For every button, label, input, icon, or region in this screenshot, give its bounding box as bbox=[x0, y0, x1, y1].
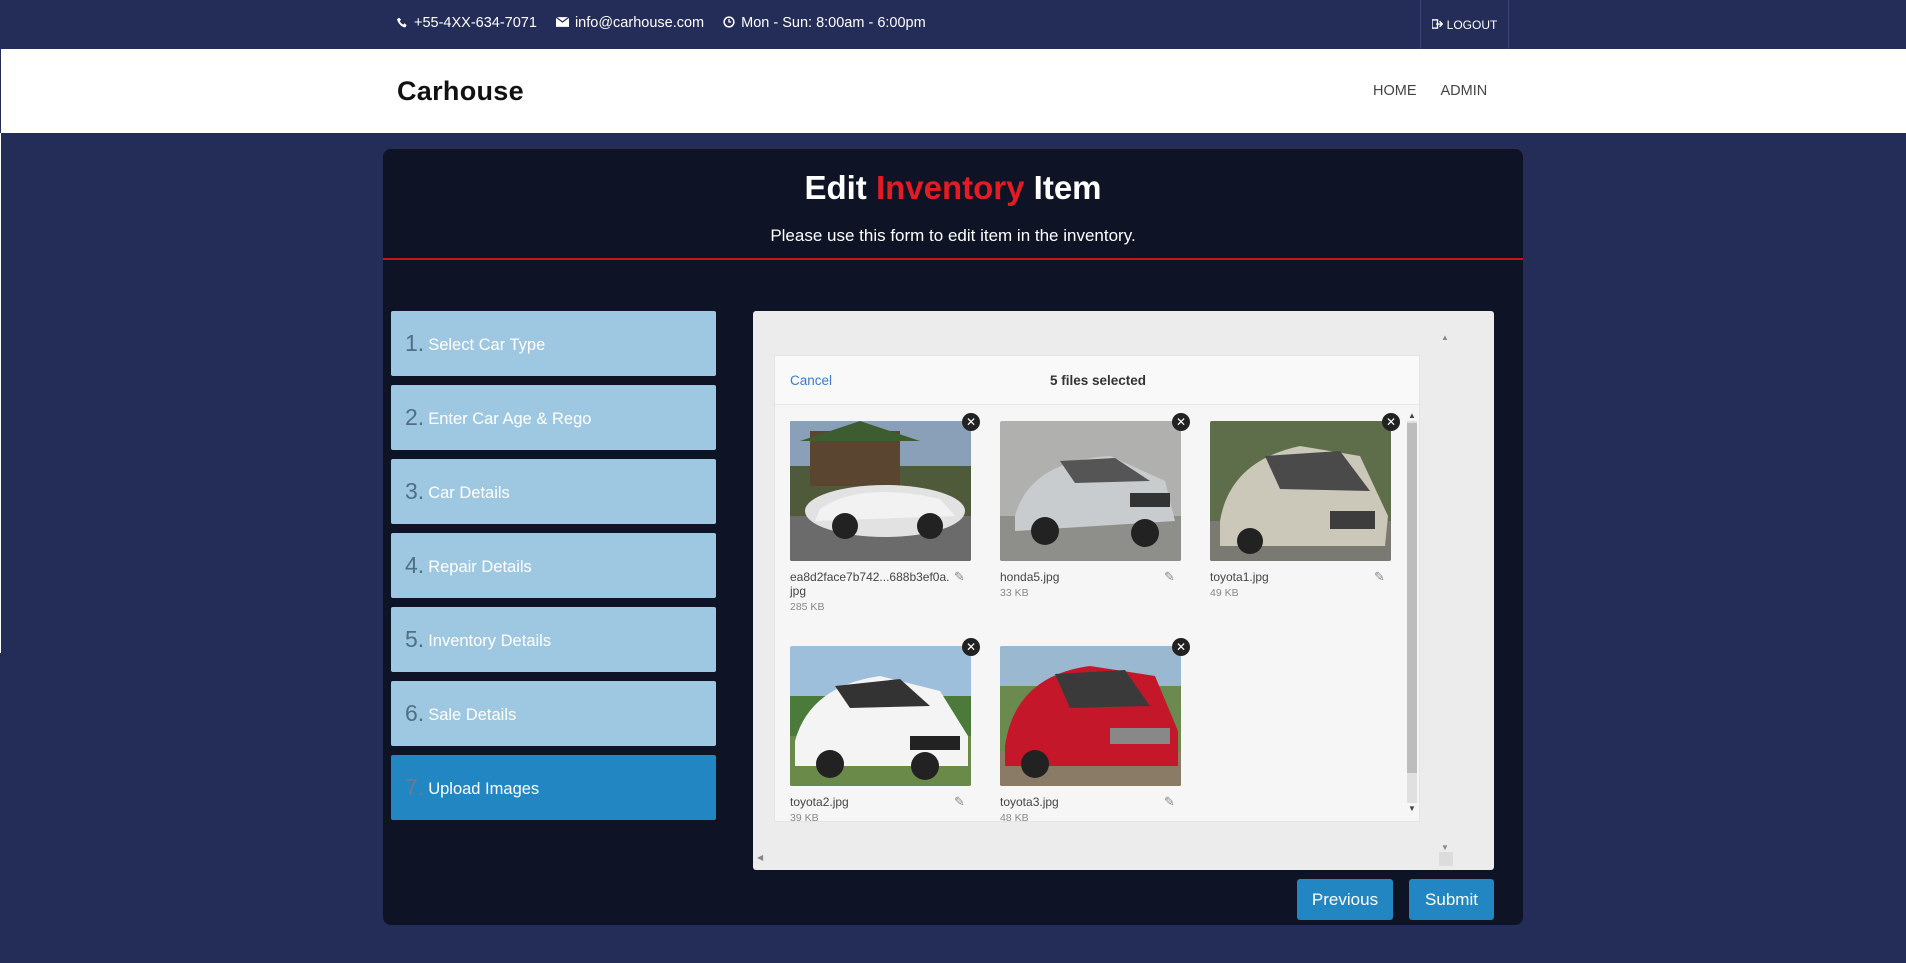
phone-icon bbox=[397, 17, 408, 30]
remove-file-button[interactable]: ✕ bbox=[1172, 413, 1190, 431]
step-repair-details[interactable]: 4. Repair Details bbox=[391, 533, 716, 598]
file-name: ea8d2face7b742...688b3ef0a.jpg bbox=[790, 570, 950, 598]
step-number: 2. bbox=[405, 404, 425, 430]
step-number: 3. bbox=[405, 478, 425, 504]
file-item: ✕ ea8d2face7b742...688b3ef0a.jpg 285 KB … bbox=[790, 413, 980, 613]
panel-vertical-scrollbar[interactable]: ▲ ▼ bbox=[1439, 333, 1451, 853]
step-label: Select Car Type bbox=[428, 336, 546, 354]
step-label: Car Details bbox=[428, 484, 510, 502]
logout-button[interactable]: LOGOUT bbox=[1420, 0, 1509, 49]
edit-inventory-card: Edit Inventory Item Please use this form… bbox=[383, 149, 1523, 925]
step-number: 1. bbox=[405, 330, 425, 356]
step-sale-details[interactable]: 6. Sale Details bbox=[391, 681, 716, 746]
file-item: ✕ toyota1.jpg 49 KB ✎ bbox=[1210, 413, 1400, 599]
main-navbar: Carhouse HOME ADMIN bbox=[1, 49, 1905, 133]
title-part-inventory: Inventory bbox=[875, 169, 1025, 206]
pencil-icon[interactable]: ✎ bbox=[1374, 569, 1385, 585]
pencil-icon[interactable]: ✎ bbox=[954, 569, 965, 585]
file-upload-dialog: 5 files selected Cancel ✕ ea8d2face7b742… bbox=[774, 355, 1420, 824]
step-label: Sale Details bbox=[428, 706, 517, 724]
file-name: toyota1.jpg bbox=[1210, 570, 1269, 584]
file-thumbnail[interactable] bbox=[790, 421, 971, 561]
file-size: 33 KB bbox=[1000, 587, 1029, 599]
step-number: 7. bbox=[405, 774, 425, 800]
scroll-down-arrow-icon[interactable]: ▼ bbox=[1441, 843, 1449, 852]
scroll-thumb[interactable] bbox=[1407, 423, 1417, 773]
step-number: 6. bbox=[405, 700, 425, 726]
logout-label: LOGOUT bbox=[1446, 17, 1498, 32]
left-edge-strip bbox=[0, 133, 1, 653]
page-subtitle: Please use this form to edit item in the… bbox=[770, 226, 1136, 245]
step-label: Upload Images bbox=[428, 780, 540, 798]
remove-file-button[interactable]: ✕ bbox=[1382, 413, 1400, 431]
title-divider bbox=[383, 258, 1523, 260]
email-contact: info@carhouse.com bbox=[555, 15, 705, 31]
step-car-details[interactable]: 3. Car Details bbox=[391, 459, 716, 524]
step-label: Enter Car Age & Rego bbox=[428, 410, 592, 428]
contact-info: +55-4XX-634-7071 info@carhouse.com Mon -… bbox=[397, 15, 926, 31]
files-selected-count: 5 files selected bbox=[1049, 373, 1147, 388]
scroll-down-arrow-icon[interactable]: ▼ bbox=[1408, 804, 1416, 813]
phone-text: +55-4XX-634-7071 bbox=[414, 15, 537, 31]
file-name: toyota2.jpg bbox=[790, 795, 849, 809]
nav-home-link[interactable]: HOME bbox=[1373, 83, 1417, 99]
scroll-up-arrow-icon[interactable]: ▲ bbox=[1441, 333, 1449, 342]
step-select-car-type[interactable]: 1. Select Car Type bbox=[391, 311, 716, 376]
file-size: 48 KB bbox=[1000, 812, 1029, 824]
remove-file-button[interactable]: ✕ bbox=[1172, 638, 1190, 656]
page-title: Edit Inventory Item bbox=[383, 169, 1523, 207]
scroll-left-arrow-icon[interactable]: ◀ bbox=[757, 853, 763, 862]
cancel-upload-link[interactable]: Cancel bbox=[790, 373, 832, 388]
email-text: info@carhouse.com bbox=[574, 15, 705, 31]
brand-logo[interactable]: Carhouse bbox=[397, 76, 524, 107]
step-label: Repair Details bbox=[428, 558, 532, 576]
pencil-icon[interactable]: ✎ bbox=[1164, 794, 1175, 810]
nav-links: HOME ADMIN bbox=[1373, 83, 1487, 99]
pencil-icon[interactable]: ✎ bbox=[954, 794, 965, 810]
title-part-item: Item bbox=[1033, 169, 1102, 206]
file-list-scrollbar[interactable]: ▲ ▼ bbox=[1406, 411, 1418, 814]
file-item: ✕ toyota2.jpg 39 KB ✎ bbox=[790, 638, 980, 824]
step-car-age-rego[interactable]: 2. Enter Car Age & Rego bbox=[391, 385, 716, 450]
clock-icon bbox=[723, 16, 735, 30]
file-name: toyota3.jpg bbox=[1000, 795, 1059, 809]
step-number: 5. bbox=[405, 626, 425, 652]
previous-button[interactable]: Previous bbox=[1297, 879, 1393, 920]
scroll-up-arrow-icon[interactable]: ▲ bbox=[1408, 411, 1416, 420]
file-size: 285 KB bbox=[790, 601, 825, 613]
file-thumbnail[interactable] bbox=[790, 646, 971, 786]
remove-file-button[interactable]: ✕ bbox=[962, 413, 980, 431]
file-item: ✕ honda5.jpg 33 KB ✎ bbox=[1000, 413, 1190, 599]
hours-text: Mon - Sun: 8:00am - 6:00pm bbox=[741, 15, 926, 31]
file-size: 49 KB bbox=[1210, 587, 1239, 599]
remove-file-button[interactable]: ✕ bbox=[962, 638, 980, 656]
file-item: ✕ toyota3.jpg 48 KB ✎ bbox=[1000, 638, 1190, 824]
file-thumbnail[interactable] bbox=[1000, 421, 1181, 561]
step-number: 4. bbox=[405, 552, 425, 578]
step-upload-images[interactable]: 7. Upload Images bbox=[391, 755, 716, 820]
file-thumbnail[interactable] bbox=[1000, 646, 1181, 786]
pencil-icon[interactable]: ✎ bbox=[1164, 569, 1175, 585]
file-name: honda5.jpg bbox=[1000, 570, 1060, 584]
nav-admin-link[interactable]: ADMIN bbox=[1441, 83, 1488, 99]
file-size: 39 KB bbox=[790, 812, 819, 824]
file-thumbnail[interactable] bbox=[1210, 421, 1391, 561]
wizard-steps: 1. Select Car Type 2. Enter Car Age & Re… bbox=[391, 311, 716, 829]
hours-contact: Mon - Sun: 8:00am - 6:00pm bbox=[723, 15, 926, 31]
title-part-edit: Edit bbox=[804, 169, 867, 206]
step-label: Inventory Details bbox=[428, 632, 552, 650]
phone-contact: +55-4XX-634-7071 bbox=[397, 15, 537, 31]
envelope-icon bbox=[555, 16, 570, 29]
upload-header: 5 files selected Cancel bbox=[775, 356, 1419, 405]
top-bar: +55-4XX-634-7071 info@carhouse.com Mon -… bbox=[0, 0, 1906, 49]
step-inventory-details[interactable]: 5. Inventory Details bbox=[391, 607, 716, 672]
panel-horizontal-scrollbar[interactable]: ◀ ▶ bbox=[757, 852, 1447, 864]
logout-icon bbox=[1430, 18, 1443, 32]
submit-button[interactable]: Submit bbox=[1409, 879, 1494, 920]
scrollbar-corner bbox=[1439, 852, 1453, 866]
upload-panel: 5 files selected Cancel ✕ ea8d2face7b742… bbox=[753, 311, 1494, 870]
